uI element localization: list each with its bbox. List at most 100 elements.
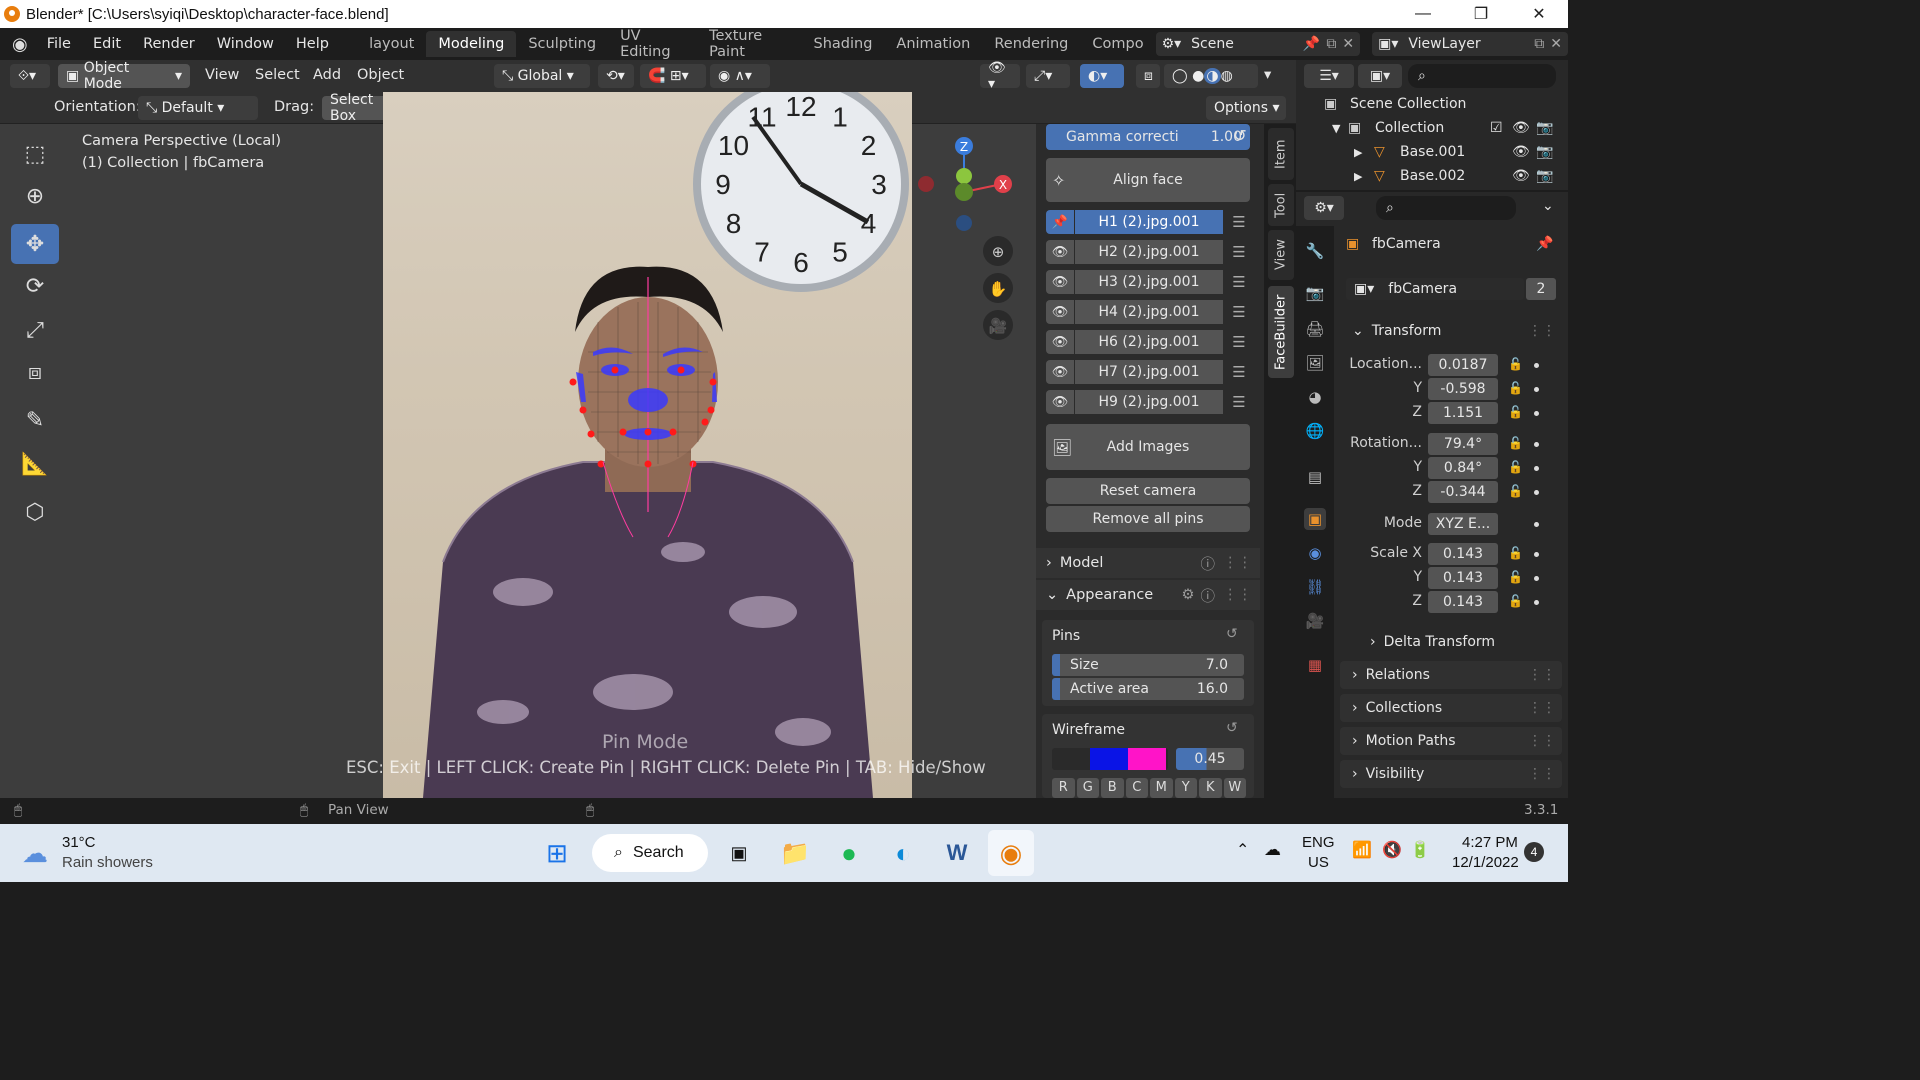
settings-icon[interactable]: ⚙ (1182, 587, 1195, 603)
file-explorer-icon[interactable]: 📁 (778, 836, 812, 870)
menu-help[interactable]: Help (285, 36, 340, 52)
tab-shading[interactable]: Shading (802, 31, 885, 57)
close-button[interactable]: ✕ (1510, 0, 1568, 28)
lock-icon[interactable]: 🔓 (1508, 570, 1523, 584)
menu-window[interactable]: Window (206, 36, 285, 52)
object-properties-icon[interactable]: ▣ (1304, 508, 1326, 530)
pin-icon[interactable]: 📌 (1303, 36, 1320, 52)
transform-value-field[interactable]: 0.143 (1428, 591, 1498, 613)
menu-icon[interactable]: ☰ (1228, 300, 1250, 324)
tab-layout[interactable]: layout (357, 31, 426, 57)
transform-tool-icon[interactable]: ⧈ (11, 352, 59, 392)
lang-secondary[interactable]: US (1308, 854, 1329, 871)
display-mode-icon[interactable]: ▣▾ (1358, 64, 1402, 88)
section-delta-transform[interactable]: › Delta Transform (1358, 628, 1558, 656)
constraints-icon[interactable]: ⛓ (1304, 576, 1326, 598)
blender-menu-icon[interactable]: ◉ (12, 34, 28, 55)
tab-tool[interactable]: Tool (1268, 184, 1294, 226)
transform-value-field[interactable]: 0.84° (1428, 457, 1498, 479)
world-icon[interactable]: 🌐 (1304, 420, 1326, 442)
image-row[interactable]: 👁 H3 (2).jpg.001 ☰ (1046, 270, 1260, 296)
spotify-icon[interactable]: ● (832, 836, 866, 870)
keyframe-dot-icon[interactable] (1534, 490, 1539, 495)
channel-button-k[interactable]: K (1199, 778, 1222, 798)
keyframe-dot-icon[interactable] (1534, 522, 1539, 527)
channel-button-r[interactable]: R (1052, 778, 1075, 798)
annotate-tool-icon[interactable]: ✎ (11, 400, 59, 440)
menu-icon[interactable]: ☰ (1228, 330, 1250, 354)
outliner-item-base-002[interactable]: Base.002 (1400, 168, 1465, 184)
blender-taskbar-icon[interactable]: ◉ (988, 830, 1034, 876)
image-row[interactable]: 👁 H9 (2).jpg.001 ☰ (1046, 390, 1260, 416)
reset-gamma-icon[interactable]: ↺ (1230, 126, 1250, 145)
collapse-icon[interactable]: ▼ (1332, 122, 1340, 135)
edge-icon[interactable]: ◐ (886, 836, 920, 870)
tab-sculpting[interactable]: Sculpting (516, 31, 608, 57)
gizmo-icon[interactable]: ⤢▾ (1026, 64, 1070, 88)
remove-all-pins-button[interactable]: Remove all pins (1046, 506, 1250, 532)
chevron-down-icon[interactable]: ⌄ (1542, 198, 1554, 214)
tab-animation[interactable]: Animation (884, 31, 982, 57)
eye-icon[interactable]: 👁 (1046, 330, 1074, 354)
eye-icon[interactable]: 👁 (1046, 360, 1074, 384)
eye-icon[interactable]: 👁 (1512, 120, 1530, 136)
battery-icon[interactable]: 🔋 (1410, 840, 1430, 860)
transform-value-field[interactable]: 0.143 (1428, 567, 1498, 589)
section-relations[interactable]: › Relations ⋮⋮ (1340, 661, 1562, 689)
transform-value-field[interactable]: -0.344 (1428, 481, 1498, 503)
menu-render[interactable]: Render (132, 36, 206, 52)
onedrive-icon[interactable]: ☁ (1264, 840, 1281, 860)
align-face-button[interactable]: ✧ Align face (1046, 158, 1250, 202)
image-name[interactable]: H9 (2).jpg.001 (1075, 390, 1223, 414)
lock-icon[interactable]: 🔓 (1508, 357, 1523, 371)
transform-value-field[interactable]: 0.143 (1428, 543, 1498, 565)
keyframe-dot-icon[interactable] (1534, 552, 1539, 557)
image-name[interactable]: H1 (2).jpg.001 (1075, 210, 1223, 234)
transform-orientation-dropdown[interactable]: ⤡ Global ▾ (494, 64, 590, 88)
select-box-tool-icon[interactable]: ⬚ (11, 134, 59, 174)
snap-icon[interactable]: 🧲 ⊞▾ (640, 64, 706, 88)
wifi-icon[interactable]: 📶 (1352, 840, 1372, 860)
orientation-dropdown[interactable]: ⤡ Default ▾ (138, 96, 258, 120)
section-visibility[interactable]: › Visibility ⋮⋮ (1340, 760, 1562, 788)
measure-tool-icon[interactable]: 📐 (11, 444, 59, 484)
face-pin[interactable] (579, 406, 587, 414)
proportional-edit-icon[interactable]: ◉ ∧▾ (710, 64, 770, 88)
minimize-button[interactable]: — (1394, 0, 1452, 28)
scene-icon[interactable]: ◕ (1304, 386, 1326, 408)
keyframe-dot-icon[interactable] (1534, 387, 1539, 392)
menu-icon[interactable]: ☰ (1228, 390, 1250, 414)
face-pin[interactable] (677, 366, 685, 374)
reset-camera-button[interactable]: Reset camera (1046, 478, 1250, 504)
transform-value-field[interactable]: -0.598 (1428, 378, 1498, 400)
menu-icon[interactable]: ☰ (1228, 360, 1250, 384)
channel-button-y[interactable]: Y (1174, 778, 1197, 798)
image-row[interactable]: 👁 H2 (2).jpg.001 ☰ (1046, 240, 1260, 266)
collection-icon[interactable]: ▤ (1304, 466, 1326, 488)
keyframe-dot-icon[interactable] (1534, 363, 1539, 368)
shading-dropdown-icon[interactable]: ▾ (1264, 67, 1271, 83)
weather-temp[interactable]: 31°C (62, 834, 96, 851)
face-pin[interactable] (619, 428, 627, 436)
channel-button-m[interactable]: M (1150, 778, 1173, 798)
camera-icon[interactable]: 📷 (1536, 144, 1553, 160)
tool-icon[interactable]: 🔧 (1304, 240, 1326, 262)
delete-scene-icon[interactable]: ✕ (1342, 36, 1354, 52)
keyframe-dot-icon[interactable] (1534, 411, 1539, 416)
view-layer-selector[interactable]: ▣▾ ViewLayer ⧉ ✕ (1372, 32, 1568, 56)
outliner-editor-icon[interactable]: ☰▾ (1304, 64, 1354, 88)
keyframe-dot-icon[interactable] (1534, 600, 1539, 605)
camera-data-icon[interactable]: 🎥 (1304, 610, 1326, 632)
help-icon[interactable]: ⓘ (1201, 553, 1216, 574)
view-layer-icon[interactable]: 🖼 (1304, 352, 1326, 374)
channel-button-w[interactable]: W (1223, 778, 1246, 798)
camera-icon[interactable]: 📷 (1536, 168, 1553, 184)
tab-view[interactable]: View (1268, 230, 1294, 280)
face-pin[interactable] (611, 366, 619, 374)
lang-primary[interactable]: ENG (1302, 834, 1335, 851)
eye-icon[interactable]: 👁 (1046, 240, 1074, 264)
help-icon[interactable]: ⓘ (1201, 585, 1216, 606)
add-images-button[interactable]: 🖼 Add Images (1046, 424, 1250, 470)
menu-edit[interactable]: Edit (82, 36, 132, 52)
expand-icon[interactable]: ▶ (1354, 146, 1362, 159)
